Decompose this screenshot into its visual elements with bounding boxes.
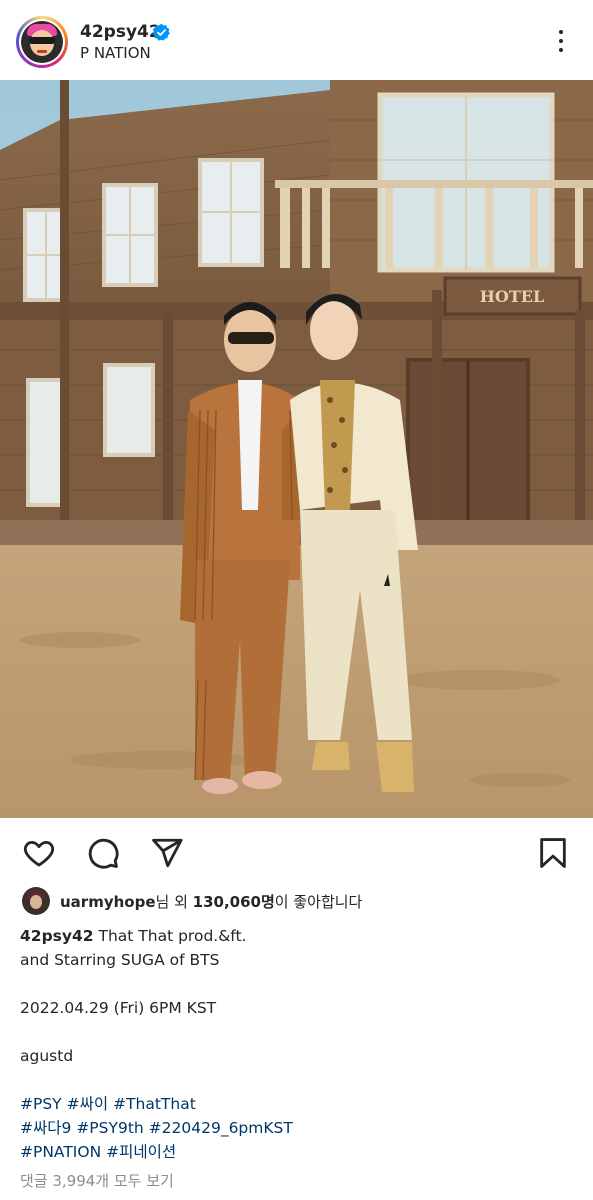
post-caption: 42psy42 That That prod.&ft. and Starring… bbox=[20, 924, 580, 1164]
caption-line-3: 2022.04.29 (Fri) 6PM KST bbox=[20, 999, 217, 1017]
bookmark-icon[interactable] bbox=[536, 836, 570, 870]
caption-username[interactable]: 42psy42 bbox=[20, 927, 94, 945]
hashtag[interactable]: #PSY bbox=[20, 1095, 62, 1113]
caption-line-1: That That prod.&ft. bbox=[93, 927, 247, 945]
post-username[interactable]: 42psy42 bbox=[80, 22, 161, 42]
hashtag[interactable]: #PNATION bbox=[20, 1143, 101, 1161]
hotel-sign: HOTEL bbox=[480, 287, 544, 306]
hashtag[interactable]: #ThatThat bbox=[113, 1095, 196, 1113]
likes-suffix-1: 님 외 bbox=[155, 892, 193, 911]
caption-line-4: agustd bbox=[20, 1047, 74, 1065]
hashtag[interactable]: #싸이 bbox=[67, 1095, 109, 1113]
hashtag-row-2: #싸다9 #PSY9th #220429_6pmKST bbox=[20, 1116, 580, 1140]
hashtag[interactable]: #싸다9 bbox=[20, 1119, 71, 1137]
hashtag[interactable]: #PSY9th bbox=[76, 1119, 143, 1137]
more-options-icon[interactable] bbox=[548, 28, 574, 54]
likes-suffix-2: 이 좋아합니다 bbox=[274, 892, 363, 911]
profile-avatar[interactable] bbox=[16, 16, 68, 68]
verified-badge-icon bbox=[152, 23, 170, 41]
liker-avatar[interactable] bbox=[22, 887, 50, 915]
post-photo-illustration: HOTEL bbox=[0, 80, 593, 818]
hashtag-row-1: #PSY #싸이 #ThatThat bbox=[20, 1092, 580, 1116]
post-location-label[interactable]: P NATION bbox=[80, 44, 151, 62]
hashtag[interactable]: #피네이션 bbox=[106, 1143, 176, 1161]
likes-summary[interactable]: uarmyhope님 외 130,060명이 좋아합니다 bbox=[22, 886, 362, 916]
send-icon[interactable] bbox=[150, 836, 184, 870]
post-header: 42psy42 P NATION bbox=[0, 0, 593, 80]
heart-icon[interactable] bbox=[22, 836, 56, 870]
post-action-bar bbox=[0, 832, 593, 872]
hashtag-row-3: #PNATION #피네이션 bbox=[20, 1140, 580, 1164]
liker-username[interactable]: uarmyhope bbox=[60, 893, 156, 911]
post-image[interactable]: HOTEL bbox=[0, 80, 593, 818]
comment-icon[interactable] bbox=[86, 836, 120, 870]
hashtag[interactable]: #220429_6pmKST bbox=[149, 1119, 293, 1137]
caption-line-2: and Starring SUGA of BTS bbox=[20, 951, 220, 969]
likes-count[interactable]: 130,060명 bbox=[193, 893, 275, 911]
view-all-comments-link[interactable]: 댓글 3,994개 모두 보기 bbox=[20, 1170, 174, 1191]
